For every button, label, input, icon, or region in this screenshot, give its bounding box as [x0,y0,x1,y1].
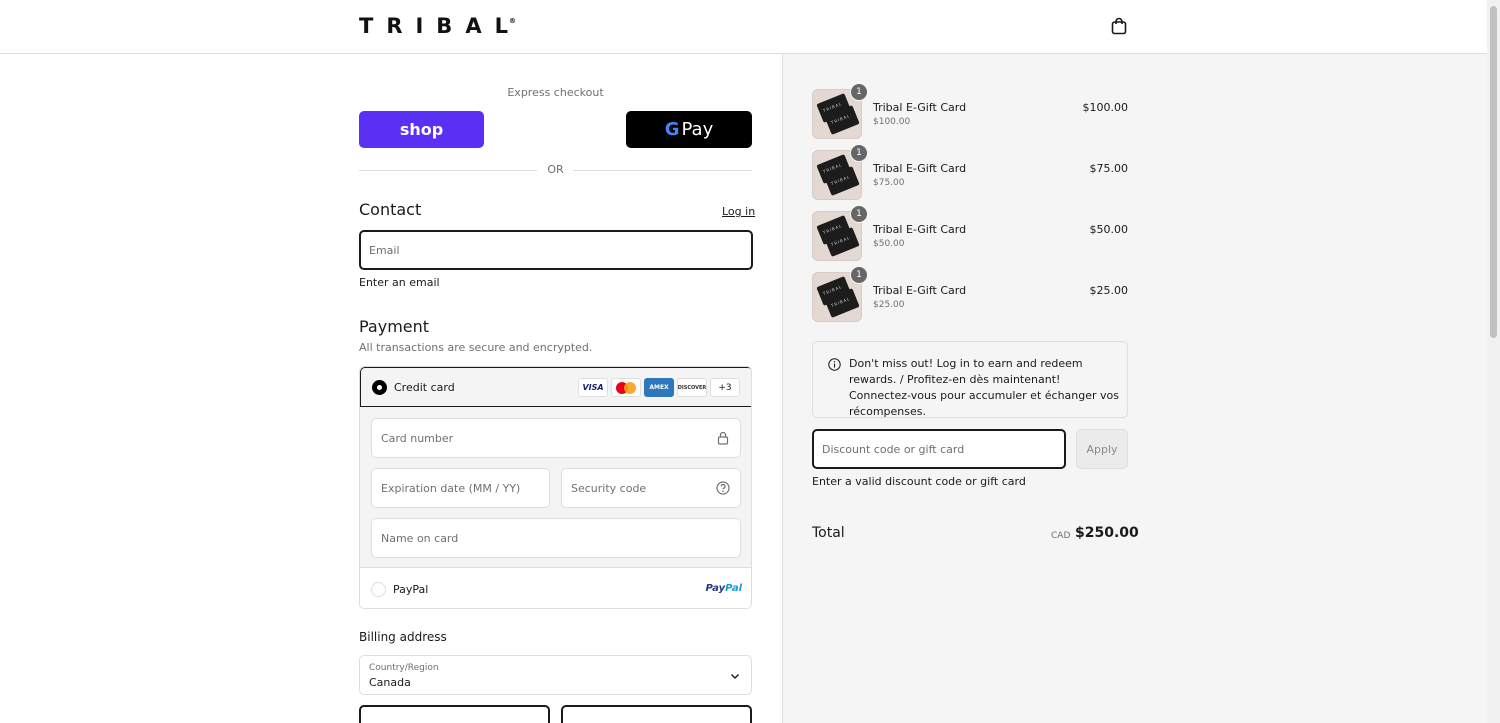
name-on-card-placeholder: Name on card [381,531,459,545]
divider-line-right [573,170,752,171]
quantity-badge: 1 [850,144,868,162]
mastercard-icon [611,378,641,397]
item-price: $100.00 [1082,101,1129,114]
paypal-logo-icon: PayPal [705,583,742,594]
paypal-radio[interactable] [371,582,386,597]
info-icon [828,358,841,371]
security-code-field[interactable]: Security code [561,468,741,508]
credit-card-fields: Card number Expiration date (MM / YY) Se… [360,407,751,568]
discount-error-message: Enter a valid discount code or gift card [812,475,1026,488]
quantity-badge: 1 [850,83,868,101]
payment-subtitle: All transactions are secure and encrypte… [359,341,593,354]
billing-address-heading: Billing address [359,630,447,644]
chevron-down-icon [731,674,739,679]
checkout-header: TRIBAL® [0,0,1487,54]
logo-text: TRIBAL [359,14,521,38]
shopping-bag-icon[interactable] [1110,17,1128,35]
order-item: 1 Tribal E-Gift Card $25.00 $25.00 [812,266,1129,322]
item-price: $75.00 [1089,162,1129,175]
last-name-field[interactable] [561,705,752,723]
quantity-badge: 1 [850,205,868,223]
card-number-field[interactable]: Card number [371,418,741,458]
expiration-placeholder: Expiration date (MM / YY) [381,481,521,495]
security-code-placeholder: Security code [571,481,647,495]
shop-pay-button[interactable]: shop [359,111,484,148]
order-item: 1 Tribal E-Gift Card $75.00 $75.00 [812,144,1129,200]
paypal-logo-part-a: Pay [705,583,726,594]
item-name: Tribal E-Gift Card [873,162,967,175]
item-name: Tribal E-Gift Card [873,223,967,236]
card-number-placeholder: Card number [381,431,454,445]
amex-icon: AMEX [644,378,674,397]
item-name: Tribal E-Gift Card [873,101,967,114]
paypal-logo-part-b: Pal [725,583,742,594]
or-divider: OR [359,163,752,177]
country-caption: Country/Region [369,663,439,673]
credit-card-option[interactable]: Credit card VISA AMEX DISCOVER +3 [360,367,751,407]
email-error-message: Enter an email [359,276,440,289]
google-pay-button[interactable]: G Pay [626,111,752,148]
country-region-select[interactable]: Country/Region Canada [359,655,752,695]
google-g-icon: G [664,119,680,140]
contact-heading: Contact [359,200,422,219]
item-variant: $25.00 [873,300,905,310]
discover-icon: DISCOVER [677,378,707,397]
help-circle-icon[interactable] [716,481,730,495]
email-field[interactable] [359,230,753,270]
paypal-label: PayPal [393,583,429,596]
total-amount: $250.00 [1075,525,1139,541]
apply-discount-button[interactable]: Apply [1076,429,1128,469]
scrollbar-thumb[interactable] [1490,6,1497,338]
country-value: Canada [369,676,411,689]
lock-icon [717,431,729,445]
more-cards-badge[interactable]: +3 [710,378,740,397]
visa-icon: VISA [578,378,608,397]
express-checkout-label: Express checkout [507,86,604,99]
credit-card-label: Credit card [394,381,455,394]
card-brand-logos: VISA AMEX DISCOVER +3 [578,378,740,397]
name-on-card-field[interactable]: Name on card [371,518,741,558]
rewards-notice: Don't miss out! Log in to earn and redee… [812,341,1128,418]
logo-trademark: ® [508,17,516,25]
credit-card-radio[interactable] [372,380,387,395]
quantity-badge: 1 [850,266,868,284]
paypal-option[interactable]: PayPal PayPal [360,568,751,608]
item-variant: $100.00 [873,117,911,127]
item-price: $25.00 [1089,284,1129,297]
item-variant: $75.00 [873,178,905,188]
order-item: 1 Tribal E-Gift Card $50.00 $50.00 [812,205,1129,261]
log-in-link[interactable]: Log in [722,205,755,218]
first-name-field[interactable] [359,705,550,723]
expiration-date-field[interactable]: Expiration date (MM / YY) [371,468,550,508]
item-variant: $50.00 [873,239,905,249]
page-scrollbar[interactable] [1487,0,1500,723]
store-logo[interactable]: TRIBAL® [359,14,528,38]
payment-methods: Credit card VISA AMEX DISCOVER +3 Card n… [359,366,752,609]
discount-code-input[interactable] [812,429,1066,469]
total-label: Total [812,525,845,541]
total-currency: CAD [1051,531,1071,541]
rewards-notice-text: Don't miss out! Log in to earn and redee… [849,357,1119,418]
item-price: $50.00 [1089,223,1129,236]
gpay-label: Pay [681,119,714,140]
payment-heading: Payment [359,317,430,336]
item-name: Tribal E-Gift Card [873,284,967,297]
order-item: 1 Tribal E-Gift Card $100.00 $100.00 [812,83,1129,139]
